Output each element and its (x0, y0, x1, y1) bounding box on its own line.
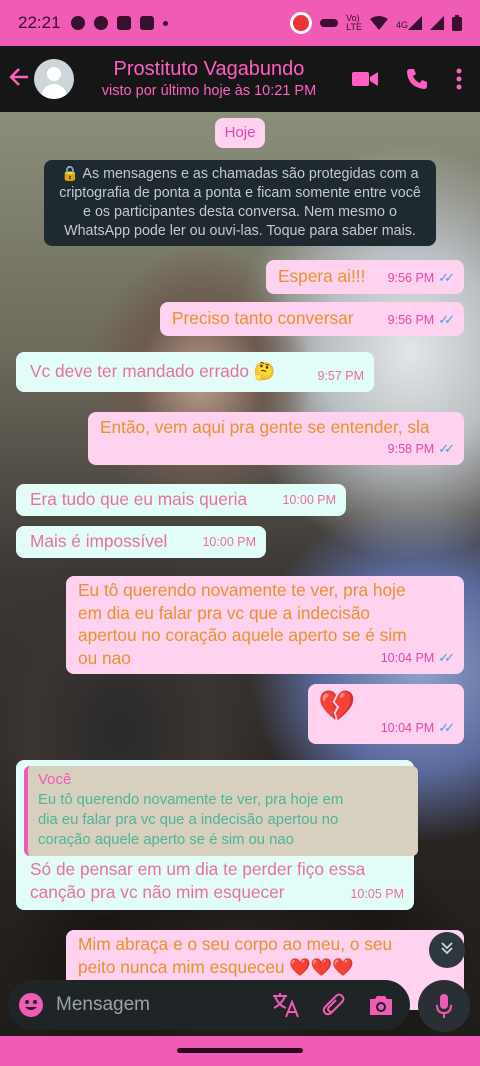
message-text: Só de pensar em um dia te perder fiço es… (30, 859, 366, 902)
chat-notification-icon (70, 16, 85, 30)
message-meta: 9:58 PM ✓✓ (387, 438, 455, 461)
encryption-notice[interactable]: 🔒 As mensagens e as chamadas são protegi… (44, 160, 436, 246)
more-vert-icon[interactable] (456, 68, 462, 90)
message-time: 9:56 PM (387, 270, 435, 285)
message-meta: 9:57 PM (317, 365, 364, 388)
attach-icon[interactable] (322, 992, 346, 1018)
app-notification-icon (93, 16, 108, 30)
message-time: 9:58 PM (387, 441, 435, 456)
message-input-pill (8, 980, 410, 1030)
wifi-icon (369, 15, 388, 30)
quote-author: Você (38, 771, 72, 788)
notification-icons (70, 16, 168, 30)
message-bubble[interactable]: Vc deve ter mandado errado 🤔 9:57 PM (16, 352, 374, 392)
read-ticks-icon: ✓✓ (438, 269, 455, 285)
system-nav-bar (0, 1036, 480, 1066)
read-ticks-icon: ✓✓ (438, 440, 455, 456)
contact-avatar[interactable] (34, 59, 74, 99)
read-ticks-icon: ✓✓ (438, 311, 455, 327)
message-time: 10:04 PM (380, 650, 435, 665)
message-meta: 10:04 PM ✓✓ (380, 717, 455, 740)
message-bubble[interactable]: Eu tô querendo novamente te ver, pra hoj… (66, 576, 464, 674)
message-time: 10:05 PM (350, 886, 404, 901)
message-bubble[interactable]: Era tudo que eu mais queria 10:00 PM (16, 484, 346, 516)
message-meta: 10:05 PM (350, 883, 404, 906)
message-bubble-reply[interactable]: Você Eu tô querendo novamente te ver, pr… (16, 760, 418, 910)
instagram-icon (116, 16, 131, 30)
status-time: 22:21 (18, 13, 61, 32)
contact-info[interactable]: Prostituto Vagabundo visto por último ho… (86, 57, 332, 101)
scroll-down-icon (441, 942, 453, 955)
back-arrow-icon (9, 67, 28, 86)
message-bubble[interactable]: Preciso tanto conversar 9:56 PM ✓✓ (160, 302, 464, 336)
message-time: 9:56 PM (387, 312, 435, 327)
mic-icon (436, 994, 452, 1018)
message-bubble[interactable]: Mais é impossível 10:00 PM (16, 526, 266, 558)
message-meta: 9:56 PM ✓✓ (387, 267, 455, 290)
message-meta: 10:04 PM ✓✓ (380, 647, 455, 670)
message-input[interactable] (56, 994, 246, 1016)
chat-area[interactable]: Hoje 🔒 As mensagens e as chamadas são pr… (0, 112, 480, 1036)
system-icons: Vo) LTE 4G (290, 12, 462, 34)
status-bar: 22:21 Vo) LTE 4G (0, 0, 480, 46)
signal-4g-icon: 4G (396, 16, 422, 30)
contact-name: Prostituto Vagabundo (113, 58, 305, 80)
volte-icon: Vo) LTE (346, 13, 362, 32)
quoted-message[interactable]: Você Eu tô querendo novamente te ver, pr… (24, 766, 418, 856)
quote-text: Eu tô querendo novamente te ver, pra hoj… (38, 792, 344, 848)
home-gesture-handle[interactable] (177, 1048, 303, 1053)
battery-icon (452, 15, 462, 31)
key-icon (320, 19, 339, 27)
scroll-down-button[interactable] (429, 932, 465, 968)
read-ticks-icon: ✓✓ (438, 719, 455, 735)
back-button[interactable] (0, 64, 38, 95)
read-ticks-icon: ✓✓ (438, 649, 455, 665)
message-time: 9:57 PM (317, 368, 364, 383)
message-meta: 10:00 PM (202, 531, 256, 554)
translate-icon[interactable] (272, 992, 300, 1018)
camera-icon[interactable] (368, 994, 394, 1016)
voice-message-button[interactable] (418, 980, 470, 1032)
message-bubble[interactable]: Então, vem aqui pra gente se entender, s… (88, 412, 464, 465)
signal-icon (430, 16, 444, 30)
composer (0, 970, 480, 1036)
message-time: 10:00 PM (202, 534, 256, 549)
chat-header: Prostituto Vagabundo visto por último ho… (0, 46, 480, 112)
emoji-icon[interactable] (18, 992, 44, 1018)
message-meta: 9:56 PM ✓✓ (387, 309, 455, 332)
screen-record-icon (290, 12, 313, 34)
phone-icon[interactable] (406, 68, 428, 90)
message-time: 10:00 PM (282, 492, 336, 507)
message-bubble[interactable]: 💔 10:04 PM ✓✓ (308, 684, 464, 744)
last-seen: visto por último hoje às 10:21 PM (101, 83, 317, 99)
app-notification-icon-2 (139, 16, 154, 30)
message-meta: 10:00 PM (282, 489, 336, 512)
more-notifications-dot-icon (162, 20, 168, 26)
video-call-icon[interactable] (352, 70, 378, 88)
date-chip: Hoje (215, 118, 265, 148)
message-bubble[interactable]: Espera ai!!! 9:56 PM ✓✓ (266, 260, 464, 294)
message-time: 10:04 PM (380, 720, 435, 735)
